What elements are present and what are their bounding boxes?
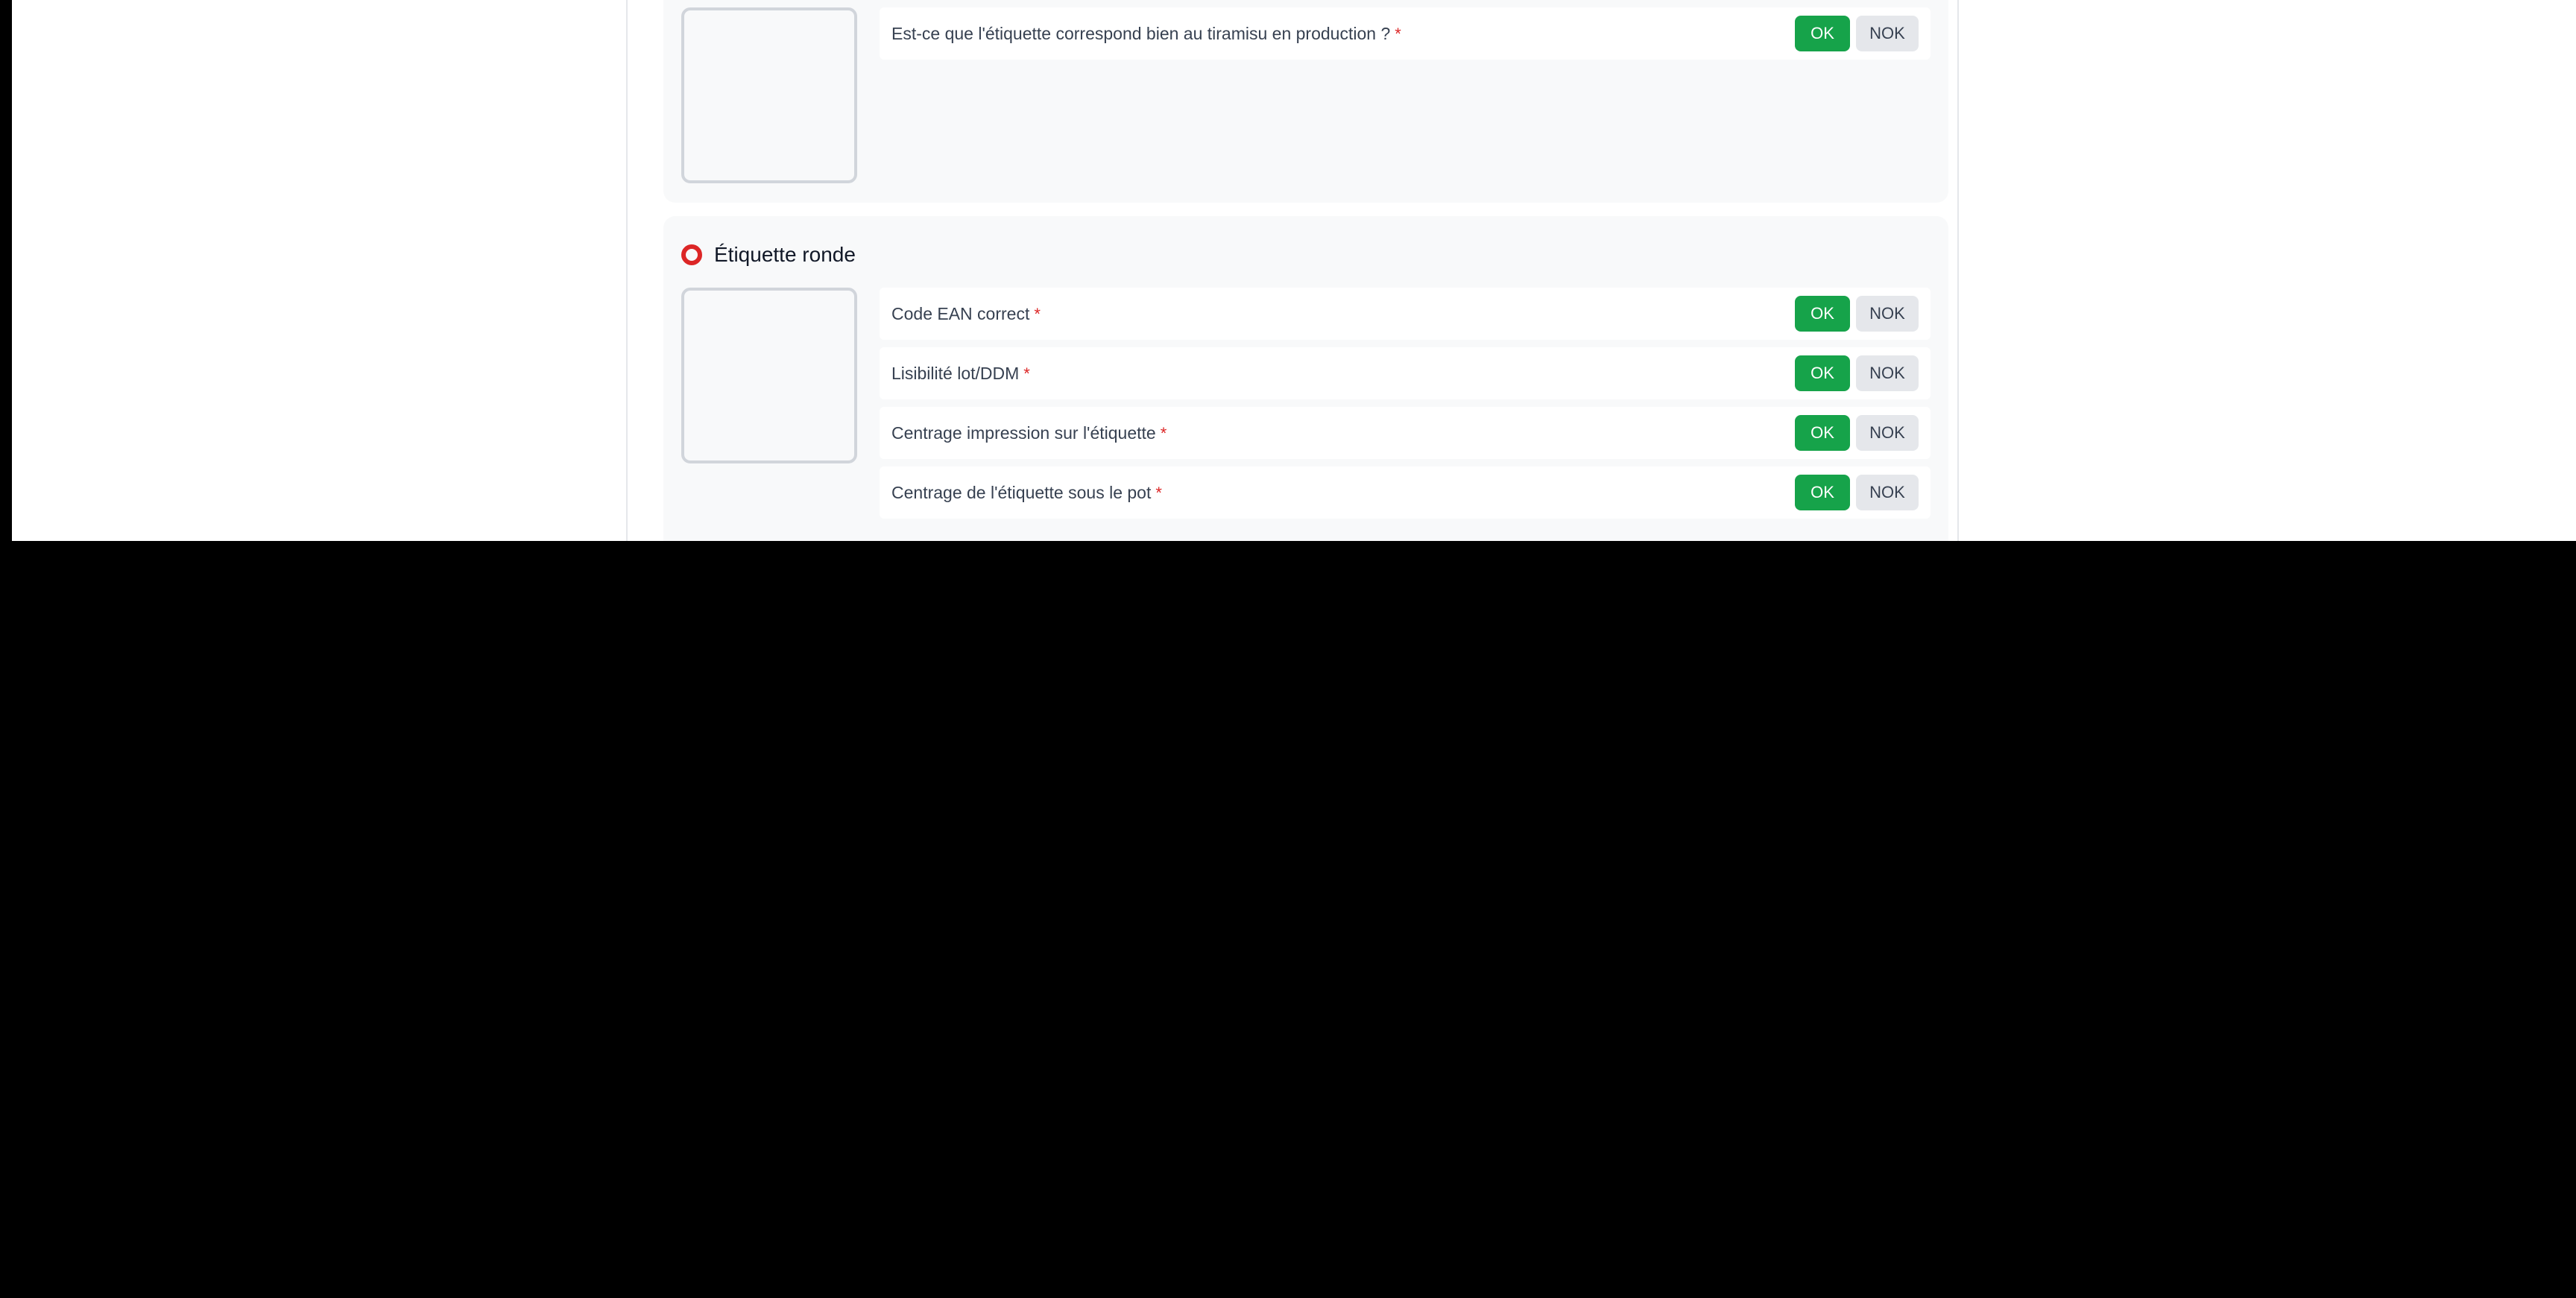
nok-button[interactable]: NOK xyxy=(1856,296,1919,332)
section-header: Étiquette ronde xyxy=(681,240,856,270)
question-row-code-ean: Code EAN correct * OK NOK xyxy=(880,288,1931,340)
page-viewport: Est-ce que l'étiquette correspond bien a… xyxy=(12,0,2576,541)
question-row-centrage-impression: Centrage impression sur l'étiquette * OK … xyxy=(880,407,1931,459)
question-row: Est-ce que l'étiquette correspond bien a… xyxy=(880,7,1931,60)
question-label: Lisibilité lot/DDM * xyxy=(891,363,1030,383)
question-label: Centrage impression sur l'étiquette * xyxy=(891,422,1167,443)
ok-button[interactable]: OK xyxy=(1795,355,1850,391)
question-row-centrage-pot: Centrage de l'étiquette sous le pot * OK … xyxy=(880,466,1931,519)
ok-button[interactable]: OK xyxy=(1795,415,1850,451)
section-title: Étiquette ronde xyxy=(714,243,856,266)
ok-button[interactable]: OK xyxy=(1795,296,1850,332)
ok-nok-toggle: OK NOK xyxy=(1795,475,1919,510)
nok-button[interactable]: NOK xyxy=(1856,415,1919,451)
ok-nok-toggle: OK NOK xyxy=(1795,415,1919,451)
required-marker: * xyxy=(1034,304,1041,323)
question-row-lisibilite: Lisibilité lot/DDM * OK NOK xyxy=(880,347,1931,399)
section-card-tiramisu-label: Est-ce que l'étiquette correspond bien a… xyxy=(663,0,1948,203)
required-marker: * xyxy=(1023,364,1030,383)
nok-button[interactable]: NOK xyxy=(1856,16,1919,51)
nok-button[interactable]: NOK xyxy=(1856,355,1919,391)
question-label: Code EAN correct * xyxy=(891,303,1041,323)
photo-upload-placeholder[interactable] xyxy=(681,7,857,183)
nok-button[interactable]: NOK xyxy=(1856,475,1919,510)
section-card-etiquette-ronde: Étiquette ronde Code EAN correct * OK NOK… xyxy=(663,216,1948,541)
ok-button[interactable]: OK xyxy=(1795,475,1850,510)
required-marker: * xyxy=(1395,24,1401,43)
photo-upload-placeholder[interactable] xyxy=(681,288,857,463)
ok-nok-toggle: OK NOK xyxy=(1795,296,1919,332)
required-marker: * xyxy=(1160,423,1167,443)
ok-nok-toggle: OK NOK xyxy=(1795,355,1919,391)
question-label: Centrage de l'étiquette sous le pot * xyxy=(891,482,1162,502)
red-circle-icon xyxy=(681,244,702,265)
required-marker: * xyxy=(1155,483,1162,502)
question-label: Est-ce que l'étiquette correspond bien a… xyxy=(891,23,1401,43)
ok-button[interactable]: OK xyxy=(1795,16,1850,51)
checklist-column: Est-ce que l'étiquette correspond bien a… xyxy=(626,0,1959,541)
ok-nok-toggle: OK NOK xyxy=(1795,16,1919,51)
